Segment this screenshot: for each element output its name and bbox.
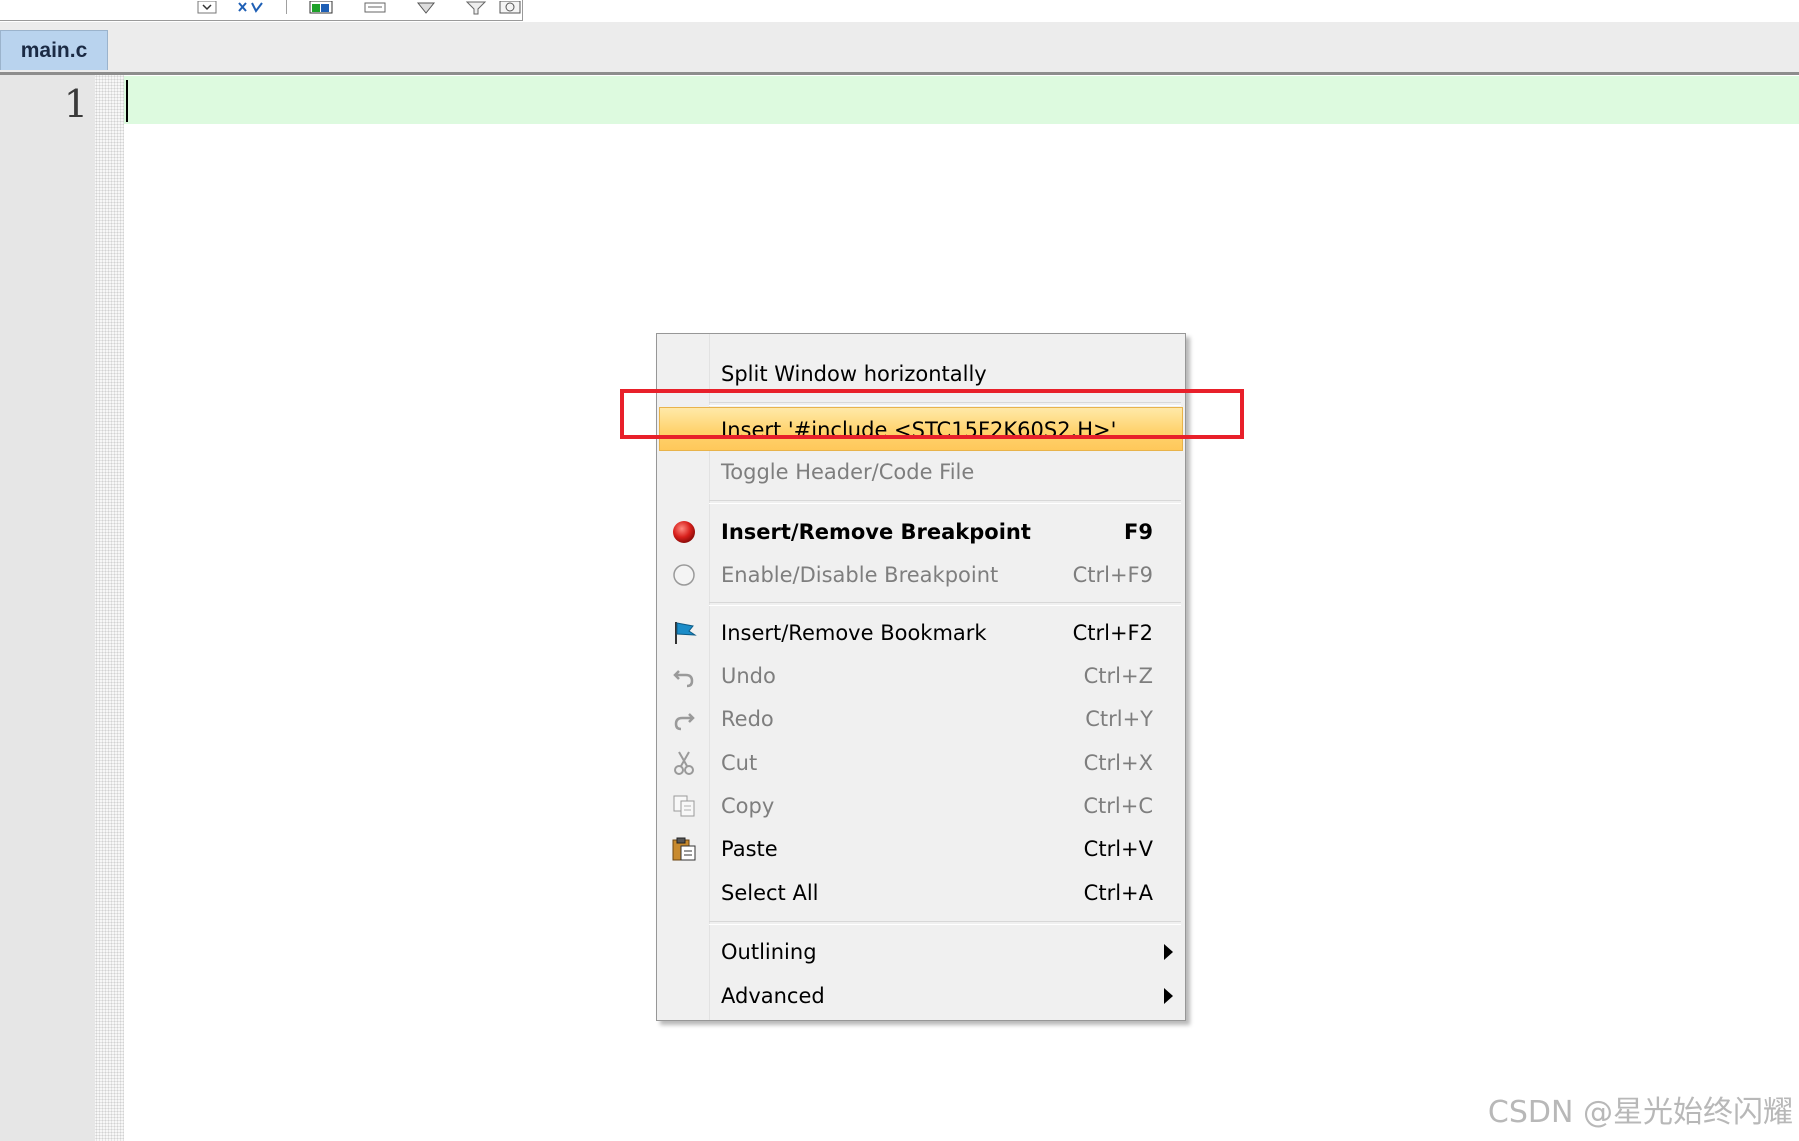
menu-item-label: Advanced (721, 984, 825, 1008)
menu-item-enable-breakpoint[interactable]: Enable/Disable Breakpoint Ctrl+F9 (659, 553, 1183, 597)
line-number-gutter (0, 75, 95, 1141)
bookmark-flag-icon (671, 620, 697, 646)
menu-item-shortcut: Ctrl+A (1083, 881, 1153, 905)
menu-item-shortcut: Ctrl+Y (1085, 707, 1153, 731)
menu-item-paste[interactable]: Paste Ctrl+V (659, 827, 1183, 871)
menu-item-label: Select All (721, 881, 819, 905)
fold-margin[interactable] (95, 75, 124, 1141)
menu-item-shortcut: Ctrl+X (1083, 751, 1153, 775)
menu-item-insert-breakpoint[interactable]: Insert/Remove Breakpoint F9 (659, 510, 1183, 554)
submenu-arrow-icon (1164, 944, 1173, 960)
menu-item-label: Undo (721, 664, 776, 688)
menu-item-shortcut: Ctrl+F2 (1072, 621, 1153, 645)
menu-item-redo[interactable]: Redo Ctrl+Y (659, 697, 1183, 741)
menu-item-shortcut: Ctrl+Z (1083, 664, 1153, 688)
tab-main-c[interactable]: main.c (0, 30, 108, 70)
window-icon[interactable] (308, 0, 333, 14)
menu-item-label: Cut (721, 751, 758, 775)
scissors-icon (671, 750, 697, 776)
toolbar-strip (0, 0, 523, 21)
line-number: 1 (63, 82, 88, 126)
menu-item-toggle-header[interactable]: Toggle Header/Code File (659, 450, 1183, 494)
menu-item-label: Toggle Header/Code File (721, 460, 975, 484)
breakpoint-outline-icon (671, 562, 697, 588)
menu-item-advanced[interactable]: Advanced (659, 974, 1183, 1018)
print-icon[interactable] (362, 0, 386, 14)
redo-icon (671, 706, 697, 732)
menu-item-label: Insert/Remove Breakpoint (721, 520, 1031, 544)
text-caret (126, 80, 128, 122)
editor-tab-bar: main.c (0, 22, 1799, 75)
submenu-arrow-icon (1164, 988, 1173, 1004)
menu-item-label: Outlining (721, 940, 817, 964)
menu-item-label: Paste (721, 837, 778, 861)
ide-window: main.c 1 Split Window horizontally Inser… (0, 0, 1799, 1141)
menu-item-shortcut: F9 (1124, 520, 1153, 544)
dropdown-icon[interactable] (196, 0, 218, 14)
find-icon[interactable] (236, 0, 263, 14)
menu-separator (709, 602, 1181, 606)
paste-icon (671, 836, 697, 862)
menu-item-copy[interactable]: Copy Ctrl+C (659, 784, 1183, 828)
copy-icon (671, 793, 697, 819)
undo-icon (671, 663, 697, 689)
menu-item-undo[interactable]: Undo Ctrl+Z (659, 654, 1183, 698)
menu-item-outlining[interactable]: Outlining (659, 930, 1183, 974)
gem-icon[interactable] (414, 0, 436, 14)
menu-separator (709, 921, 1181, 925)
annotation-highlight-box (620, 389, 1244, 439)
menu-item-insert-bookmark[interactable]: Insert/Remove Bookmark Ctrl+F2 (659, 611, 1183, 655)
breakpoint-icon (671, 519, 697, 545)
menu-item-shortcut: Ctrl+C (1083, 794, 1153, 818)
menu-item-label: Redo (721, 707, 774, 731)
config-icon[interactable] (498, 0, 521, 14)
menu-item-select-all[interactable]: Select All Ctrl+A (659, 871, 1183, 915)
menu-item-label: Enable/Disable Breakpoint (721, 563, 999, 587)
menu-item-cut[interactable]: Cut Ctrl+X (659, 741, 1183, 785)
watermark: CSDN @星光始终闪耀 (1487, 1095, 1793, 1130)
menu-item-label: Copy (721, 794, 775, 818)
menu-separator (709, 500, 1181, 504)
menu-item-shortcut: Ctrl+V (1083, 837, 1153, 861)
menu-item-label: Insert/Remove Bookmark (721, 621, 987, 645)
toolbar (0, 0, 1799, 23)
menu-item-shortcut: Ctrl+F9 (1072, 563, 1153, 587)
current-line-highlight (124, 76, 1799, 124)
toolbar-separator (286, 0, 287, 14)
filter-icon[interactable] (464, 0, 487, 15)
